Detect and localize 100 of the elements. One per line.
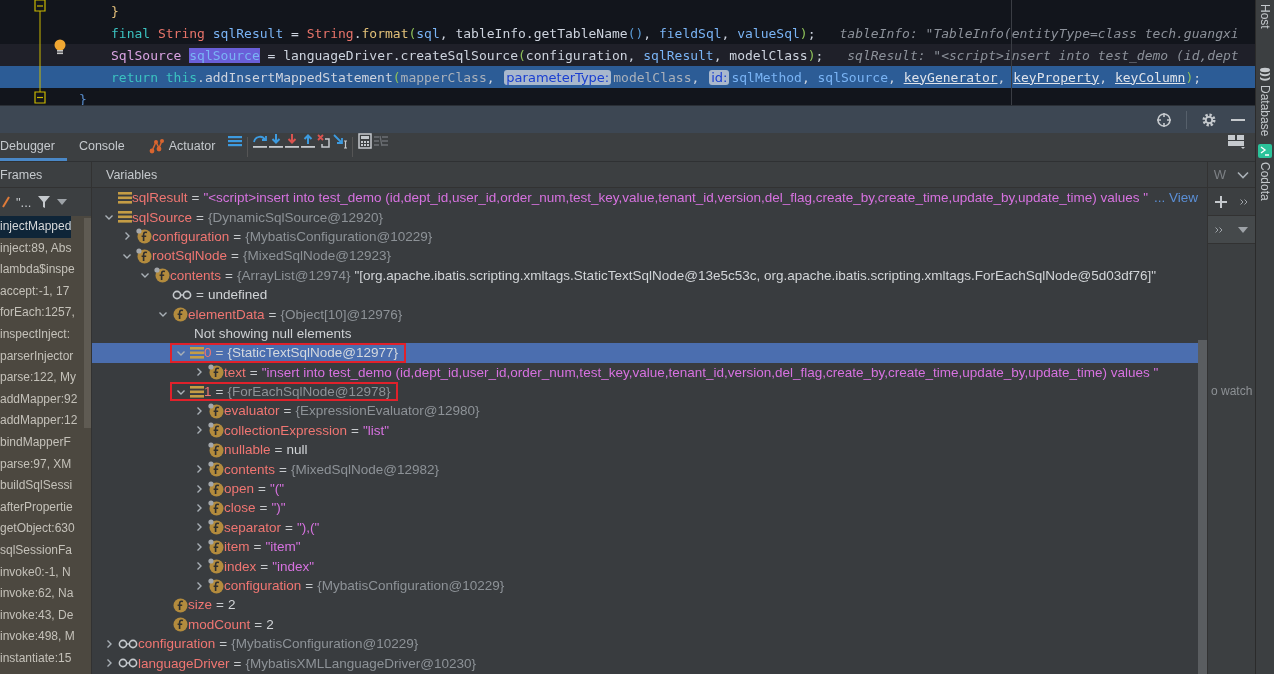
frame-item[interactable]: invoke:498, M [0, 626, 75, 648]
frame-item[interactable]: addMapper:92 [0, 388, 78, 411]
step-out-icon[interactable] [300, 133, 317, 149]
variable-name[interactable]: sqlSource [132, 209, 193, 225]
code-token: mapperClass [400, 69, 487, 85]
frame-item[interactable]: parse:97, XM [0, 453, 72, 476]
chevron-right-icon[interactable] [194, 522, 204, 533]
variable-name[interactable]: sqlResult [132, 190, 188, 206]
variable-name[interactable]: contents [224, 461, 276, 477]
variable-name[interactable]: 1 [204, 384, 212, 400]
frame-item[interactable]: buildSqlSessi [0, 475, 73, 497]
variable-name[interactable]: text [224, 364, 246, 380]
code-token: valueSql [737, 25, 800, 41]
variable-name[interactable]: nullable [224, 442, 271, 458]
frame-item[interactable]: injectMapped [0, 216, 72, 238]
chevron-right-icon[interactable] [194, 483, 204, 494]
chevron-right-icon[interactable] [194, 367, 204, 378]
variable-name[interactable]: configuration [224, 578, 302, 593]
chevron-right-icon[interactable] [194, 406, 204, 416]
chevron-right-icon[interactable] [194, 464, 204, 475]
lightbulb-icon[interactable] [54, 39, 66, 55]
variable-name[interactable]: elementData [188, 306, 265, 322]
frame-item[interactable]: invoke:62, Na [0, 583, 74, 605]
variable-name[interactable]: size [188, 597, 212, 613]
frame-item[interactable]: lambda$inspe [0, 259, 75, 281]
tab[interactable]: Console [66, 133, 137, 161]
frame-item[interactable]: getObject:630 [0, 518, 75, 540]
filter-icon[interactable] [37, 195, 52, 209]
code-token: String [306, 25, 354, 41]
layout-icon[interactable] [1227, 133, 1245, 149]
frame-item[interactable]: inject:89, Abs [0, 237, 72, 260]
frame-item[interactable]: accept:-1, 17 [0, 280, 70, 303]
settings-icon[interactable] [1201, 111, 1217, 128]
database-icon [1259, 66, 1271, 81]
variable-name[interactable]: configuration [152, 228, 230, 244]
frame-item[interactable]: invoke0:-1, N [0, 561, 71, 584]
frame-item[interactable]: bindMapperF [0, 431, 71, 454]
variable-name[interactable]: languageDriver [138, 655, 230, 671]
variable-value: {MixedSqlNode@12982} [290, 461, 439, 477]
run-to-cursor-icon[interactable] [332, 133, 349, 149]
variable-value: "),(" [296, 519, 320, 535]
variable-name[interactable]: configuration [138, 636, 216, 652]
frame-item[interactable]: inspectInject: [0, 323, 71, 346]
variable-name[interactable]: close [224, 500, 256, 516]
frames-list-icon[interactable] [227, 133, 244, 149]
frame-item[interactable]: invoke:43, De [0, 604, 74, 627]
code-token: , [1099, 69, 1109, 85]
chevron-down-icon[interactable] [1237, 170, 1250, 179]
step-over-icon[interactable] [252, 133, 269, 149]
chevron-right-icon[interactable] [194, 541, 204, 552]
fold-icon[interactable] [34, 91, 46, 104]
variable-name[interactable]: contents [170, 267, 222, 283]
variable-name[interactable]: separator [224, 519, 282, 535]
frame-item[interactable]: sqlSessionFa [0, 539, 73, 562]
frame-item[interactable]: forEach:1257, [0, 302, 75, 324]
equals-sign: = [219, 636, 228, 652]
chevron-right-icon[interactable] [194, 502, 204, 513]
add-icon[interactable] [1214, 195, 1227, 208]
code-token: , [643, 25, 653, 41]
code-token: keyColumn [1114, 69, 1186, 85]
frame-item[interactable]: parserInjector [0, 345, 74, 368]
fold-icon[interactable] [34, 0, 46, 12]
view-link[interactable]: ... View [1154, 190, 1199, 206]
more-icon[interactable] [1240, 198, 1249, 205]
variable-name[interactable]: collectionExpression [224, 422, 348, 438]
chevron-right-icon[interactable] [194, 580, 204, 591]
calculator-icon[interactable] [357, 133, 374, 149]
frame-item[interactable]: parse:122, My [0, 367, 77, 389]
side-tab[interactable]: Host [1258, 0, 1272, 33]
chevron-right-icon[interactable] [104, 658, 114, 669]
dropdown-icon[interactable] [57, 199, 68, 205]
code-token: keyGenerator [903, 69, 998, 85]
side-tab[interactable]: Database [1258, 62, 1272, 141]
variable-name[interactable]: modCount [188, 616, 251, 632]
chevron-right-icon[interactable] [104, 638, 114, 649]
scrollbar-thumb[interactable] [84, 218, 91, 428]
chevron-right-icon[interactable] [194, 561, 204, 572]
variable-name[interactable]: index [224, 558, 257, 574]
crosshair-icon[interactable] [1156, 111, 1172, 128]
equals-sign: = [351, 422, 359, 438]
check-icon[interactable] [2, 196, 10, 208]
force-step-into-icon[interactable] [284, 133, 301, 149]
scrollbar-thumb[interactable] [1198, 340, 1207, 674]
variable-name[interactable]: item [224, 539, 250, 555]
variable-name[interactable]: rootSqlNode [152, 248, 228, 264]
frame-item[interactable]: addMapper:12 [0, 410, 78, 432]
step-into-icon[interactable] [268, 133, 285, 149]
frame-item[interactable]: instantiate:15 [0, 647, 72, 670]
code-token: } [111, 3, 119, 19]
thread-name[interactable]: "... [16, 194, 32, 210]
drop-frame-icon[interactable] [316, 133, 333, 149]
variable-name[interactable]: evaluator [224, 403, 280, 419]
variable-name[interactable]: open [224, 481, 255, 497]
tab[interactable]: Actuator [136, 133, 228, 161]
chevron-right-icon[interactable] [122, 231, 132, 242]
chevron-right-icon[interactable] [194, 425, 204, 436]
more-icon[interactable] [1215, 226, 1224, 233]
frame-item[interactable]: afterPropertie [0, 496, 73, 519]
side-tab[interactable]: Codota [1258, 140, 1272, 205]
dropdown-icon[interactable] [1237, 226, 1248, 233]
